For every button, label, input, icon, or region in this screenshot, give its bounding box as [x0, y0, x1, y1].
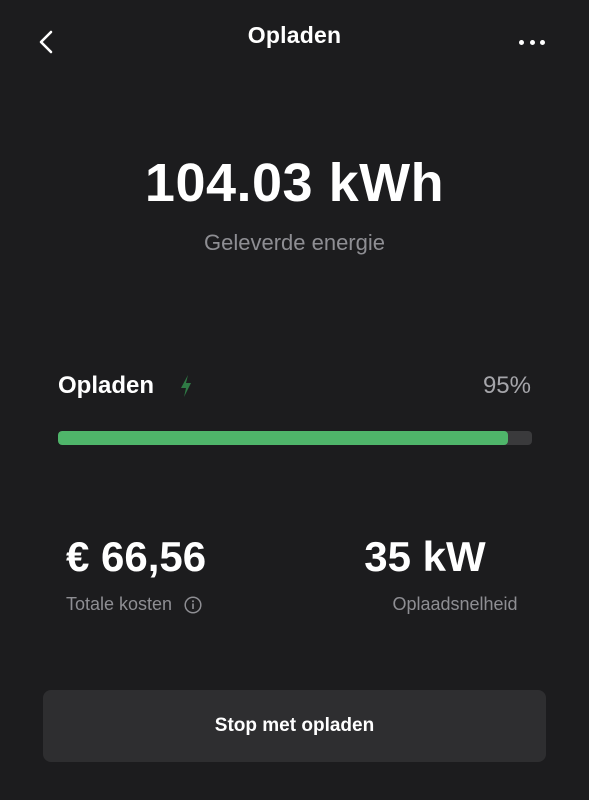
- lightning-bolt-icon: [181, 375, 191, 397]
- total-cost-label: Totale kosten: [66, 594, 173, 614]
- delivered-energy-label: Geleverde energie: [203, 230, 385, 255]
- more-horizontal-icon-dot: [529, 39, 535, 45]
- more-horizontal-icon-dot: [519, 39, 524, 45]
- total-cost-label-group: Totale kosten: [66, 594, 202, 615]
- info-icon[interactable]: [184, 595, 202, 614]
- more-options-button[interactable]: [519, 36, 545, 48]
- charging-percent: 95%: [482, 372, 531, 399]
- top-bar: Opladen: [0, 0, 589, 80]
- stop-charging-button[interactable]: Stop met opladen: [43, 690, 546, 762]
- charging-speed-label: Oplaadsnelheid: [392, 594, 518, 614]
- more-horizontal-icon-dot: [540, 39, 545, 45]
- page-title: Opladen: [247, 22, 342, 48]
- delivered-energy-value: 104.03 kWh: [144, 153, 445, 213]
- charging-progress-fill: [58, 431, 509, 445]
- charging-progress-bar: [58, 431, 532, 445]
- charging-speed-value: 35 kW: [364, 533, 486, 580]
- total-cost-value: € 66,56: [66, 533, 207, 580]
- charging-status-row: Opladen 95%: [58, 372, 531, 402]
- charging-status-label: Opladen: [58, 372, 155, 399]
